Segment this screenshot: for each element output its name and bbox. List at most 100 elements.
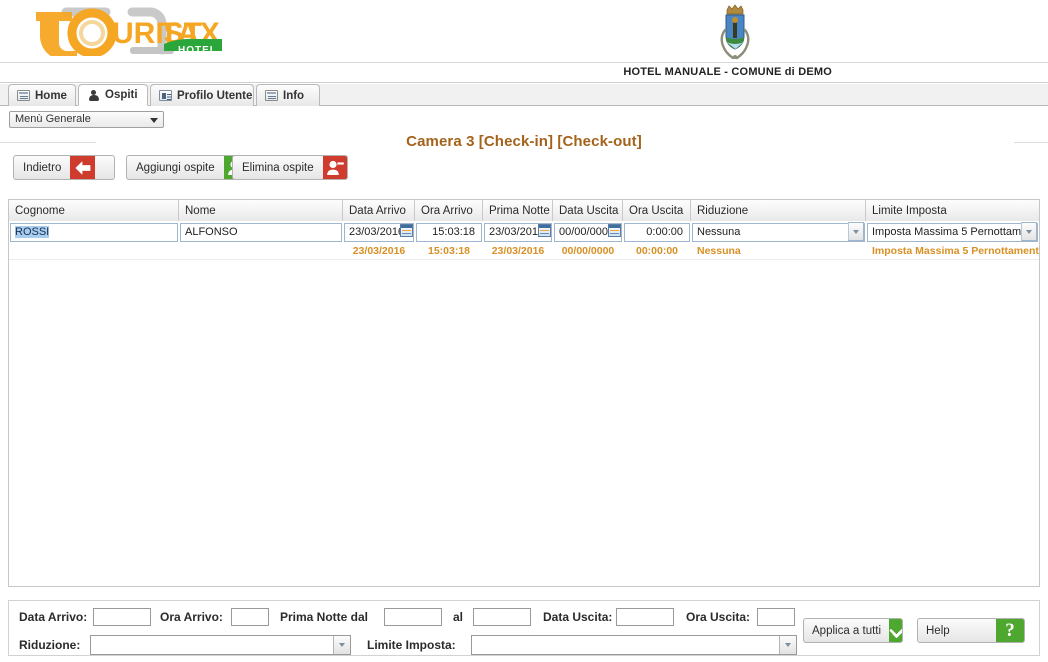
page-title: Camera 3 [Check-in] [Check-out]: [406, 133, 642, 150]
comune-crest-icon: [716, 4, 754, 60]
back-arrow-icon: [70, 156, 96, 179]
cell-limite-imposta[interactable]: Imposta Massima 5 Pernottamenti: [866, 221, 1039, 243]
svg-text:HOTEL: HOTEL: [178, 45, 217, 56]
help-glyph: ?: [1005, 620, 1015, 641]
grid-header-row: Cognome Nome Data Arrivo Ora Arrivo Prim…: [9, 200, 1039, 221]
column-header-ora-uscita[interactable]: Ora Uscita: [623, 200, 691, 221]
tab-profilo-utente[interactable]: Profilo Utente: [150, 84, 254, 106]
summary-data-arrivo: 23/03/2016: [352, 245, 406, 257]
applica-a-tutti-label: Applica a tutti: [812, 624, 882, 637]
ora-uscita-input[interactable]: 0:00:00: [624, 222, 690, 242]
grid-edit-row: ROSSI ALFONSO 23/03/2016 15:03:18 23/03/…: [9, 221, 1039, 243]
label-ora-arrivo: Ora Arrivo:: [160, 610, 223, 624]
check-icon: [889, 619, 902, 642]
cell-riduzione[interactable]: Nessuna: [691, 221, 866, 243]
ora-arrivo-value: 15:03:18: [432, 226, 475, 238]
riduzione-select[interactable]: Nessuna: [692, 222, 865, 242]
limite-imposta-select[interactable]: Imposta Massima 5 Pernottamenti: [867, 222, 1038, 242]
cell-cognome[interactable]: ROSSI: [9, 221, 179, 243]
cell-prima-notte[interactable]: 23/03/2016: [483, 221, 553, 243]
select-riduzione[interactable]: [90, 635, 351, 655]
hotel-title-bar: [0, 63, 1048, 83]
cognome-input[interactable]: ROSSI: [10, 222, 178, 242]
cell-ora-arrivo[interactable]: 15:03:18: [415, 221, 483, 243]
summary-data-uscita: 00/00/0000: [561, 245, 615, 257]
id-card-icon: [159, 90, 172, 101]
chevron-down-icon[interactable]: [333, 636, 350, 654]
chevron-down-icon[interactable]: [1021, 222, 1037, 241]
column-header-data-arrivo[interactable]: Data Arrivo: [343, 200, 415, 221]
guests-grid: Cognome Nome Data Arrivo Ora Arrivo Prim…: [8, 199, 1040, 587]
ora-arrivo-input[interactable]: 15:03:18: [416, 222, 482, 242]
applica-a-tutti-button[interactable]: Applica a tutti: [803, 618, 903, 643]
chevron-down-icon[interactable]: [779, 636, 796, 654]
select-limite-imposta[interactable]: [471, 635, 797, 655]
input-ora-arrivo[interactable]: [231, 608, 269, 626]
input-data-arrivo[interactable]: [93, 608, 151, 626]
label-data-arrivo: Data Arrivo:: [19, 610, 88, 624]
tab-home-label: Home: [35, 89, 67, 102]
data-arrivo-value: 23/03/2016: [349, 226, 405, 238]
label-data-uscita: Data Uscita:: [543, 610, 613, 624]
window-icon: [17, 90, 30, 101]
tab-home[interactable]: Home: [8, 84, 76, 106]
input-prima-notte-dal[interactable]: [384, 608, 442, 626]
cell-ora-uscita[interactable]: 0:00:00: [623, 221, 691, 243]
question-mark-icon: ?: [996, 619, 1024, 642]
riduzione-value: Nessuna: [697, 226, 741, 238]
cell-data-arrivo[interactable]: 23/03/2016: [343, 221, 415, 243]
summary-ora-arrivo: 15:03:18: [427, 245, 471, 257]
column-header-riduzione[interactable]: Riduzione: [691, 200, 866, 221]
ora-uscita-value: 0:00:00: [646, 226, 683, 238]
limite-imposta-value: Imposta Massima 5 Pernottamenti: [872, 226, 1038, 238]
bulk-edit-panel: Data Arrivo: Ora Arrivo: Prima Notte dal…: [8, 600, 1040, 656]
tab-bar: Home Ospiti Profilo Utente Info: [0, 84, 1048, 106]
chevron-down-icon[interactable]: [848, 222, 864, 241]
summary-riduzione: Nessuna: [697, 245, 741, 257]
app-header: URIST TAX HOTEL: [0, 0, 1048, 63]
app-window: URIST TAX HOTEL HOTEL MANUALE - COMUNE d…: [0, 0, 1048, 662]
calendar-icon[interactable]: [538, 223, 551, 237]
column-header-cognome[interactable]: Cognome: [9, 200, 179, 221]
remove-person-icon: [322, 156, 347, 179]
data-uscita-value: 00/00/0000: [559, 226, 615, 238]
menu-generale-value: Menù Generale: [15, 113, 91, 125]
chevron-down-icon: [150, 118, 158, 123]
column-header-prima-notte[interactable]: Prima Notte: [483, 200, 553, 221]
column-header-nome[interactable]: Nome: [179, 200, 343, 221]
calendar-icon[interactable]: [400, 223, 413, 237]
tab-ospiti-label: Ospiti: [105, 89, 138, 101]
input-prima-notte-al[interactable]: [473, 608, 531, 626]
tab-info[interactable]: Info: [256, 84, 320, 106]
nome-input[interactable]: ALFONSO: [180, 222, 342, 242]
tourist-tax-logo: URIST TAX HOTEL: [14, 6, 226, 60]
menu-generale-select[interactable]: Menù Generale: [9, 111, 164, 128]
help-button[interactable]: Help ?: [917, 618, 1025, 643]
tab-info-label: Info: [283, 89, 305, 102]
person-icon: [87, 89, 100, 101]
input-ora-uscita[interactable]: [757, 608, 795, 626]
elimina-ospite-button[interactable]: Elimina ospite: [232, 155, 348, 180]
indietro-button[interactable]: Indietro: [13, 155, 115, 180]
cell-data-uscita[interactable]: 00/00/0000: [553, 221, 623, 243]
label-limite-imposta: Limite Imposta:: [367, 638, 456, 652]
cell-nome[interactable]: ALFONSO: [179, 221, 343, 243]
aggiungi-ospite-label: Aggiungi ospite: [136, 161, 215, 174]
hotel-title: HOTEL MANUALE - COMUNE di DEMO: [623, 66, 832, 78]
grid-summary-row[interactable]: 23/03/2016 15:03:18 23/03/2016 00/00/000…: [9, 243, 1039, 260]
label-prima-notte-dal: Prima Notte dal: [280, 610, 369, 624]
label-ora-uscita: Ora Uscita:: [686, 610, 751, 624]
cognome-value: ROSSI: [15, 226, 50, 238]
column-header-ora-arrivo[interactable]: Ora Arrivo: [415, 200, 483, 221]
label-riduzione: Riduzione:: [19, 638, 81, 652]
column-header-limite-imposta[interactable]: Limite Imposta: [866, 200, 1039, 221]
summary-ora-uscita: 00:00:00: [635, 245, 679, 257]
calendar-icon[interactable]: [608, 223, 621, 237]
nome-value: ALFONSO: [185, 226, 238, 238]
input-data-uscita[interactable]: [616, 608, 674, 626]
tab-profilo-utente-label: Profilo Utente: [177, 89, 253, 102]
help-label: Help: [926, 624, 950, 637]
tab-ospiti[interactable]: Ospiti: [78, 84, 148, 106]
column-header-data-uscita[interactable]: Data Uscita: [553, 200, 623, 221]
summary-limite-imposta: Imposta Massima 5 Pernottamenti: [872, 245, 1039, 257]
